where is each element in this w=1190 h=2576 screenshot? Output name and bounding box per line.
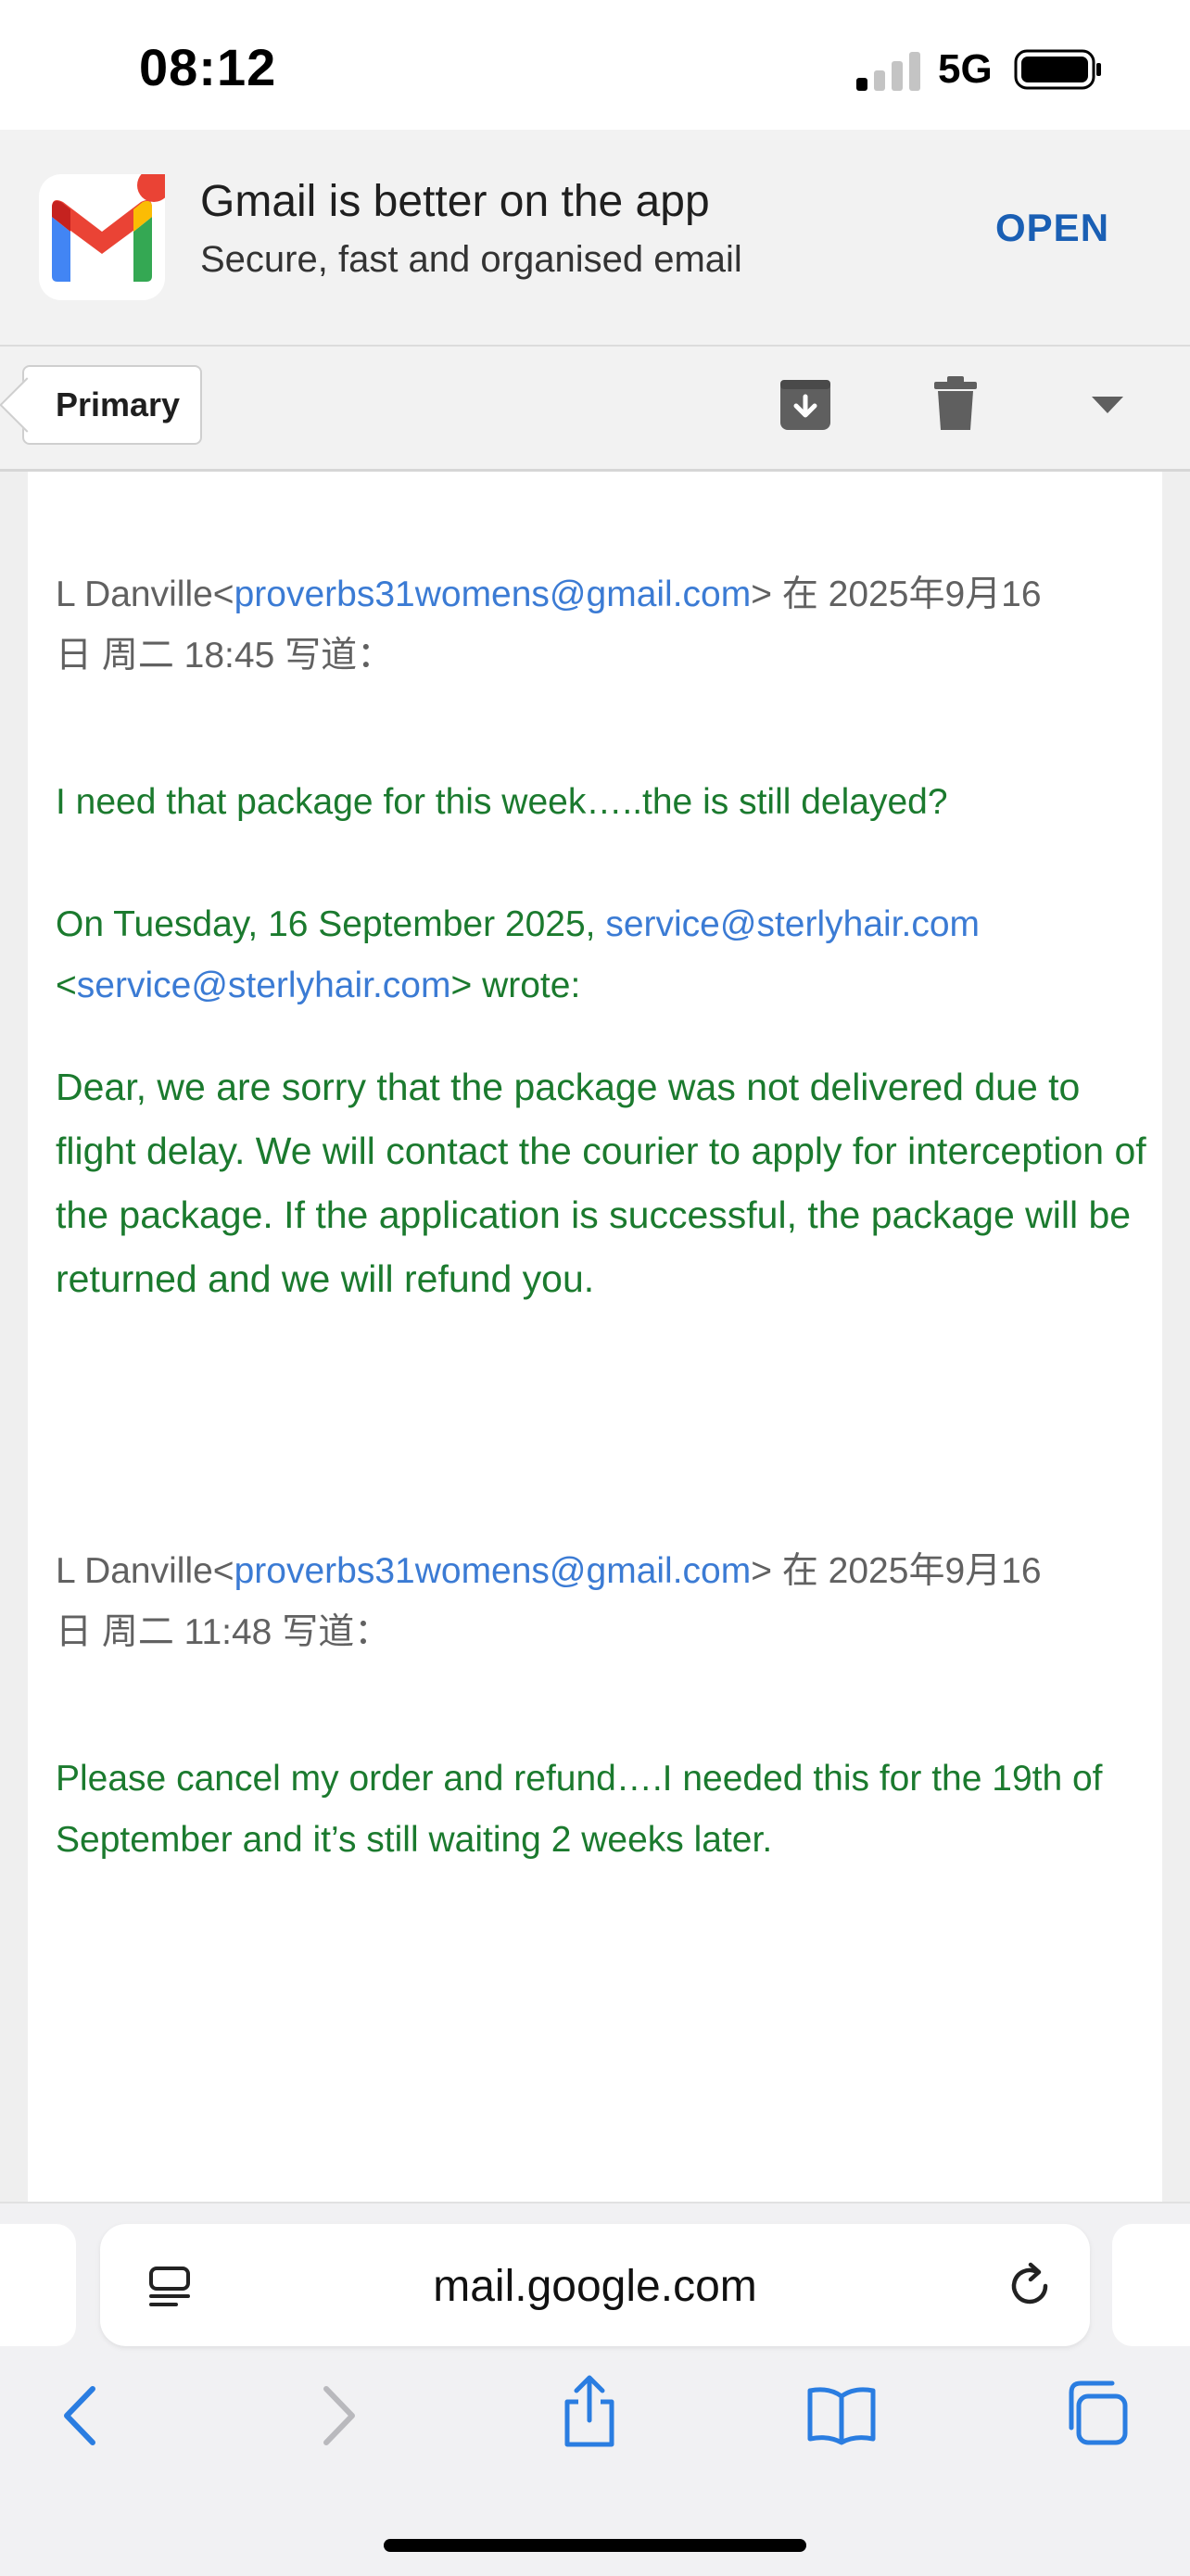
app-install-banner: Gmail is better on the app Secure, fast … bbox=[0, 130, 1190, 347]
sender-name: L Danville< bbox=[56, 1551, 234, 1591]
wrote-text: > wrote: bbox=[450, 966, 581, 1005]
status-bar: 08:12 5G bbox=[0, 0, 1190, 130]
service-reply-message: Dear, we are sorry that the package was … bbox=[56, 1066, 1146, 1300]
status-time: 08:12 bbox=[139, 38, 277, 96]
sender-email-link[interactable]: proverbs31womens@gmail.com bbox=[234, 575, 752, 614]
bookmarks-icon[interactable] bbox=[806, 2385, 877, 2446]
quote-date-line: 日 周二 11:48 写道： bbox=[56, 1612, 391, 1652]
banner-subtitle: Secure, fast and organised email bbox=[200, 239, 742, 280]
quote-intro-text: On Tuesday, 16 September 2025, bbox=[56, 904, 606, 944]
chevron-down-icon[interactable] bbox=[1092, 397, 1123, 413]
url-text: mail.google.com bbox=[433, 2262, 757, 2311]
angle-bracket: < bbox=[56, 966, 77, 1005]
reload-icon[interactable] bbox=[1005, 2261, 1055, 2311]
previous-tab-preview[interactable] bbox=[0, 2224, 76, 2346]
back-arrow-icon[interactable] bbox=[57, 2385, 104, 2446]
address-bar[interactable]: mail.google.com bbox=[100, 2224, 1090, 2346]
browser-bottom-bar: mail.google.com bbox=[0, 2202, 1190, 2576]
open-app-button[interactable]: OPEN bbox=[995, 206, 1109, 250]
next-tab-preview[interactable] bbox=[1112, 2224, 1190, 2346]
trash-icon[interactable] bbox=[934, 376, 977, 432]
original-message: Please cancel my order and refund….I nee… bbox=[56, 1759, 1103, 1860]
tabs-icon[interactable] bbox=[1062, 2380, 1129, 2446]
back-button-label: Primary bbox=[55, 385, 181, 423]
banner-title: Gmail is better on the app bbox=[200, 177, 710, 226]
quote-date-text: > 在 2025年9月16 bbox=[751, 575, 1042, 614]
quote-header-1: L Danville<proverbs31womens@gmail.com> 在… bbox=[56, 564, 1168, 687]
share-icon[interactable] bbox=[560, 2374, 619, 2448]
service-email-link-2[interactable]: service@sterlyhair.com bbox=[77, 966, 451, 1005]
mail-toolbar: Primary bbox=[0, 347, 1190, 472]
quote-header-2: On Tuesday, 16 September 2025, service@s… bbox=[56, 894, 1168, 1017]
home-indicator bbox=[384, 2539, 806, 2552]
sender-email-link[interactable]: proverbs31womens@gmail.com bbox=[234, 1551, 752, 1591]
quote-date-text: > 在 2025年9月16 bbox=[751, 1551, 1042, 1591]
gmail-logo-icon bbox=[39, 169, 171, 300]
sender-name: L Danville< bbox=[56, 575, 234, 614]
battery-icon bbox=[1014, 49, 1101, 90]
archive-icon[interactable] bbox=[779, 376, 832, 432]
quote-header-3: L Danville<proverbs31womens@gmail.com> 在… bbox=[56, 1541, 1168, 1663]
email-body: L Danville<proverbs31womens@gmail.com> 在… bbox=[28, 472, 1162, 2203]
cellular-signal-icon bbox=[856, 52, 920, 91]
network-type: 5G bbox=[938, 46, 993, 92]
service-email-link[interactable]: service@sterlyhair.com bbox=[605, 904, 980, 944]
reply-message-1: I need that package for this week…..the … bbox=[56, 782, 948, 822]
back-to-primary-button[interactable]: Primary bbox=[22, 365, 202, 445]
forward-arrow-icon[interactable] bbox=[315, 2385, 361, 2446]
quote-date-line: 日 周二 18:45 写道： bbox=[56, 636, 394, 676]
